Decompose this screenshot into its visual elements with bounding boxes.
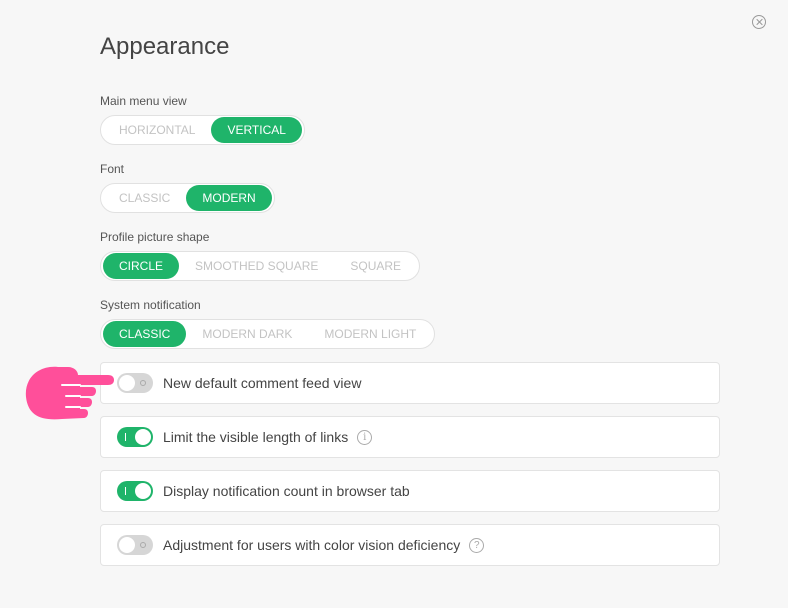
toggle-knob <box>119 537 135 553</box>
option-horizontal[interactable]: HORIZONTAL <box>103 117 211 143</box>
toggle-knob <box>135 429 151 445</box>
option-modern-dark[interactable]: MODERN DARK <box>186 321 308 347</box>
group-label: Profile picture shape <box>100 230 210 244</box>
toggle-label: Limit the visible length of links <box>163 429 349 445</box>
main-menu-view-selector: HORIZONTAL VERTICAL <box>100 115 305 145</box>
pointing-hand-icon <box>25 366 114 420</box>
toggle-off-mark <box>140 542 146 548</box>
toggle-knob <box>119 375 135 391</box>
toggle-row-color-vision: Adjustment for users with color vision d… <box>100 524 720 566</box>
system-notification-group: System notification CLASSIC MODERN DARK … <box>100 297 436 349</box>
option-modern[interactable]: MODERN <box>186 185 272 211</box>
option-circle[interactable]: CIRCLE <box>103 253 180 279</box>
toggle-off-mark <box>140 380 146 386</box>
color-vision-toggle[interactable] <box>117 535 153 555</box>
group-label: Font <box>100 162 125 176</box>
font-group: Font CLASSIC MODERN <box>100 161 275 213</box>
help-icon[interactable]: ? <box>469 537 485 553</box>
toggle-on-mark <box>125 433 126 441</box>
comment-feed-view-toggle[interactable] <box>117 373 153 393</box>
option-classic[interactable]: CLASSIC <box>103 321 187 347</box>
toggle-label: Adjustment for users with color vision d… <box>163 537 461 553</box>
toggle-label: New default comment feed view <box>163 375 362 391</box>
info-icon[interactable]: i <box>357 429 373 445</box>
group-label: Main menu view <box>100 94 187 108</box>
option-modern-light[interactable]: MODERN LIGHT <box>308 321 432 347</box>
toggle-row-comment-feed-view: New default comment feed view <box>100 362 720 404</box>
toggle-row-limit-link-length: Limit the visible length of links i <box>100 416 720 458</box>
limit-link-length-toggle[interactable] <box>117 427 153 447</box>
toggle-on-mark <box>125 487 126 495</box>
option-classic[interactable]: CLASSIC <box>103 185 186 211</box>
profile-picture-shape-group: Profile picture shape CIRCLE SMOOTHED SQ… <box>100 229 421 281</box>
group-label: System notification <box>100 298 201 312</box>
toggle-label: Display notification count in browser ta… <box>163 483 410 499</box>
option-vertical[interactable]: VERTICAL <box>211 117 302 143</box>
main-menu-view-group: Main menu view HORIZONTAL VERTICAL <box>100 93 305 145</box>
toggle-row-notification-count: Display notification count in browser ta… <box>100 470 720 512</box>
toggle-knob <box>135 483 151 499</box>
close-icon[interactable] <box>752 15 766 29</box>
notification-count-toggle[interactable] <box>117 481 153 501</box>
option-square[interactable]: SQUARE <box>334 253 417 279</box>
font-selector: CLASSIC MODERN <box>100 183 275 213</box>
profile-picture-shape-selector: CIRCLE SMOOTHED SQUARE SQUARE <box>100 251 421 281</box>
page-title: Appearance <box>100 33 230 60</box>
system-notification-selector: CLASSIC MODERN DARK MODERN LIGHT <box>100 319 436 349</box>
option-smoothed-square[interactable]: SMOOTHED SQUARE <box>179 253 334 279</box>
